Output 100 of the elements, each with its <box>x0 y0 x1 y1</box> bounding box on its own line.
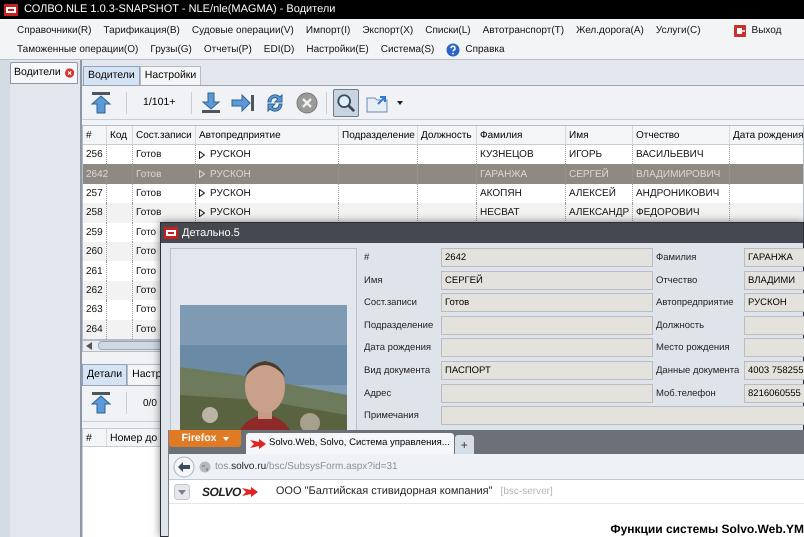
field-label: Должность <box>656 318 706 333</box>
table-cell-text: АЛЕКСАНДР <box>569 206 630 220</box>
menu-item[interactable]: Тарификация(B) <box>102 23 181 38</box>
menu-item[interactable]: Судовые операции(V) <box>190 23 295 38</box>
menu-item[interactable]: Отчеты(P) <box>202 42 253 57</box>
back-button[interactable] <box>173 456 195 478</box>
table-cell-text: ФЕДОРОВИЧ <box>636 206 700 220</box>
menu-item[interactable]: Грузы(G) <box>149 42 193 57</box>
table-cell-text: Готов <box>136 186 162 201</box>
table-cell-text: НЕСВАТ <box>480 206 520 220</box>
table-cell-text: 2642 <box>86 168 108 182</box>
first-record-icon <box>90 90 112 114</box>
menu-item[interactable]: Списки(L) <box>424 23 472 38</box>
table-cell-text: КУЗНЕЦОВ <box>480 148 534 162</box>
menu-item[interactable]: Услуги(C) <box>654 23 702 38</box>
table-cell-text: ИГОРЬ <box>569 148 602 162</box>
menu-item[interactable]: Автотранспорт(T) <box>482 23 566 38</box>
chevron-icon <box>174 484 190 500</box>
help-icon <box>446 42 460 56</box>
caret-icon <box>397 100 404 104</box>
record-counter: 0/0 <box>142 396 157 411</box>
expand-icon[interactable] <box>199 150 205 159</box>
input-field[interactable]: РУСКОН <box>744 293 804 312</box>
table-cell-text: Готов <box>136 206 162 220</box>
document-tab[interactable]: Водители <box>10 62 78 84</box>
input-field[interactable] <box>441 316 653 335</box>
table-cell-text: АНДРОНИКОВИЧ <box>636 186 720 201</box>
field-label: Имя <box>364 274 384 288</box>
field-label: Подразделение <box>364 318 434 333</box>
field-label: Место рождения <box>656 341 731 356</box>
input-field[interactable]: СЕРГЕЙ <box>441 270 653 290</box>
table-cell-text: 260 <box>86 245 103 260</box>
table-cell-text: АКОПЯН <box>480 186 522 201</box>
url-field[interactable]: tos.solvo.ru/bsc/SubsysForm.aspx?id=31 <box>215 459 398 474</box>
field-label: Дата рождения <box>364 341 432 356</box>
table-cell-text: 257 <box>86 186 103 201</box>
table-cell-text: ГАРАНЖА <box>480 168 528 182</box>
input-field[interactable]: ПАСПОРТ <box>441 360 653 380</box>
table-row[interactable]: 258 Готов РУСКОН НЕСВАТ АЛЕКСАНДР ФЕДОРОВИЧ <box>83 203 803 223</box>
input-field[interactable] <box>441 338 653 358</box>
collapse-button[interactable] <box>174 484 190 500</box>
table-cell-text: РУСКОН <box>210 168 251 182</box>
menu-item[interactable]: Справочники(R) <box>16 23 92 38</box>
table-cell-text: 262 <box>86 284 103 298</box>
input-field[interactable]: ВЛАДИМИ <box>744 270 804 290</box>
tab[interactable]: Детали <box>82 364 128 385</box>
caret-icon <box>222 436 228 440</box>
input-field[interactable] <box>744 316 804 335</box>
new-tab-button[interactable]: + <box>454 435 474 454</box>
table-cell-text: РУСКОН <box>210 186 251 201</box>
menu-item[interactable]: EDI(D) <box>262 42 296 57</box>
table-cell-text: Гото <box>136 303 156 318</box>
menu-item[interactable]: Экспорт(X) <box>361 23 414 38</box>
menu-item[interactable]: Настройки(E) <box>305 42 370 57</box>
menu-item[interactable]: Импорт(I) <box>304 23 352 38</box>
browser-tab[interactable]: Solvo.Web, Solvo, Система управления... <box>246 433 454 454</box>
input-field[interactable] <box>744 338 804 358</box>
arrow-icon <box>242 486 258 496</box>
first-record-icon <box>90 391 112 416</box>
download-icon <box>200 92 222 114</box>
expand-icon[interactable] <box>199 189 205 198</box>
table-cell-text: Гото <box>136 264 156 279</box>
field-label: Отчество <box>656 274 698 288</box>
table-cell-text: ВЛАДИМИРОВИЧ <box>636 168 720 182</box>
organization-name: ООО "Балтийская стивидорная компания" <box>276 484 493 500</box>
input-field[interactable] <box>441 384 653 403</box>
input-field[interactable]: 2642 <box>441 248 653 267</box>
table-cell-text: Гото <box>136 226 156 240</box>
table-cell-text: АЛЕКСЕЙ <box>569 186 616 201</box>
table-cell-text: Готов <box>136 148 162 162</box>
table-cell-text: 263 <box>86 303 103 318</box>
input-field[interactable] <box>441 406 804 426</box>
input-field[interactable]: ГАРАНЖА <box>744 248 804 267</box>
logo-text: SOLVO <box>202 484 241 500</box>
scroll-left-icon[interactable] <box>86 342 92 350</box>
column-header[interactable]: # <box>83 428 107 446</box>
table-row[interactable]: 256 Готов РУСКОН КУЗНЕЦОВ ИГОРЬ ВАСИЛЬЕВИЧ <box>83 145 803 164</box>
menu-item[interactable]: Жел.дорога(A) <box>575 23 645 38</box>
search-button[interactable] <box>333 88 360 116</box>
menu-item[interactable]: Система(S) <box>380 42 436 57</box>
input-field[interactable]: 8216060555 <box>744 384 804 403</box>
cancel-icon <box>296 92 318 114</box>
field-label: Фамилия <box>656 251 698 265</box>
menu-item[interactable]: Выход <box>732 23 782 38</box>
table-cell-text: 264 <box>86 322 103 337</box>
table-cell-text: Гото <box>136 284 156 298</box>
exit-icon <box>732 24 747 38</box>
menu-item[interactable]: Справка <box>445 42 506 57</box>
menu-item[interactable]: Таможенные операции(O) <box>16 42 140 57</box>
table-cell-text: Готов <box>136 168 162 182</box>
app-logo-icon <box>164 227 178 239</box>
field-label: Автопредприятие <box>656 296 735 310</box>
tab[interactable]: Настройки <box>140 66 202 85</box>
record-counter: 1/101+ <box>142 94 176 110</box>
input-field[interactable]: 4003 758255 <box>744 360 804 380</box>
expand-icon[interactable] <box>199 208 205 217</box>
input-field[interactable]: Готов <box>441 293 653 312</box>
close-icon[interactable] <box>64 67 74 79</box>
tab[interactable]: Водители <box>83 66 140 85</box>
app-logo-icon <box>4 4 18 16</box>
